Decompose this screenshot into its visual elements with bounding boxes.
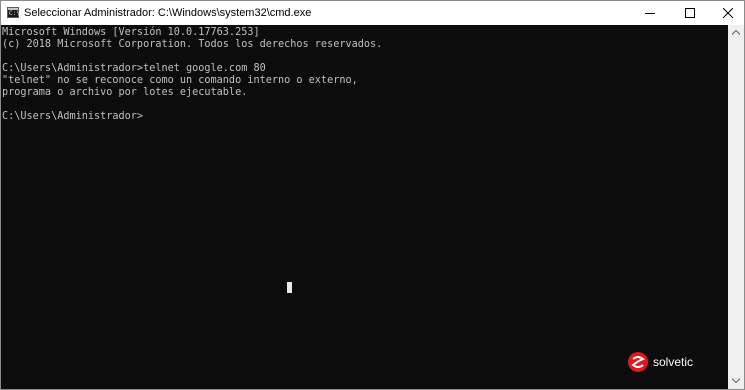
cmd-icon-glyph: C:\: [9, 10, 20, 17]
console-prompt: C:\Users\Administrador>: [2, 111, 144, 122]
close-icon: [723, 8, 733, 18]
chevron-up-icon: [732, 30, 740, 35]
console-line: Microsoft Windows [Versión 10.0.17763.25…: [2, 27, 260, 38]
scroll-down-button[interactable]: [728, 373, 744, 389]
cmd-console-icon[interactable]: C:\: [7, 7, 20, 18]
solvetic-logo-icon: [628, 352, 648, 372]
minimize-button[interactable]: [633, 1, 667, 25]
maximize-button[interactable]: [673, 1, 707, 25]
watermark-logo: solvetic: [623, 341, 727, 381]
text-cursor: [287, 282, 292, 293]
console-line: C:\Users\Administrador>telnet google.com…: [2, 63, 266, 74]
maximize-icon: [685, 8, 695, 18]
console-line: programa o archivo por lotes ejecutable.: [2, 87, 248, 98]
chevron-down-icon: [732, 378, 740, 383]
scroll-up-button[interactable]: [728, 25, 744, 41]
console-line: "telnet" no se reconoce como un comando …: [2, 75, 358, 86]
console-line: (c) 2018 Microsoft Corporation. Todos lo…: [2, 39, 383, 50]
title-bar[interactable]: C:\ Seleccionar Administrador: C:\Window…: [1, 1, 744, 25]
window-title: Seleccionar Administrador: C:\Windows\sy…: [24, 7, 312, 19]
close-button[interactable]: [711, 1, 745, 25]
cmd-window: C:\ Seleccionar Administrador: C:\Window…: [0, 0, 745, 390]
vertical-scrollbar[interactable]: [728, 25, 744, 389]
console-output[interactable]: Microsoft Windows [Versión 10.0.17763.25…: [1, 25, 728, 389]
minimize-icon: [645, 13, 655, 14]
watermark-text: solvetic: [653, 355, 694, 369]
